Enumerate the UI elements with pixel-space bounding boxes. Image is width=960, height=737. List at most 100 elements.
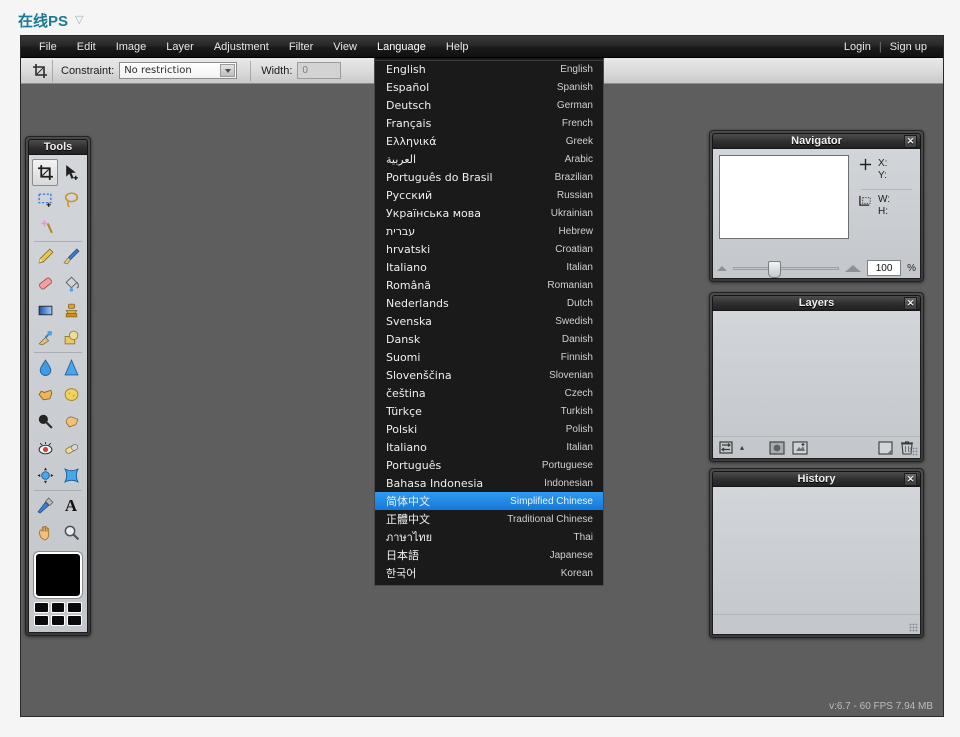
language-option-russian[interactable]: Русский Russian: [375, 186, 603, 204]
swatch-6[interactable]: [67, 615, 82, 626]
swatch-4[interactable]: [34, 615, 49, 626]
language-option-indonesian[interactable]: Bahasa Indonesia Indonesian: [375, 474, 603, 492]
language-option-brazilian[interactable]: Português do Brasil Brazilian: [375, 168, 603, 186]
tool-zoom[interactable]: [58, 519, 84, 546]
tool-bloat[interactable]: [58, 462, 84, 489]
tool-gradient[interactable]: [32, 297, 58, 324]
tool-hand-paint[interactable]: [58, 408, 84, 435]
menu-item-image[interactable]: Image: [106, 38, 157, 56]
tool-healing-brush[interactable]: [58, 435, 84, 462]
language-option-romanian[interactable]: Română Romanian: [375, 276, 603, 294]
menu-item-view[interactable]: View: [323, 38, 367, 56]
language-option-croatian[interactable]: hrvatski Croatian: [375, 240, 603, 258]
swatch-1[interactable]: [34, 602, 49, 613]
language-option-spanish[interactable]: Español Spanish: [375, 78, 603, 96]
zoom-slider[interactable]: [733, 260, 840, 278]
language-option-simplified-chinese[interactable]: 简体中文 Simplified Chinese: [375, 492, 603, 510]
menu-item-layer[interactable]: Layer: [156, 38, 204, 56]
tool-sponge[interactable]: [58, 381, 84, 408]
foreground-color-swatch[interactable]: [34, 552, 82, 598]
zoom-slider-thumb[interactable]: [768, 260, 782, 278]
language-english-name: Italian: [566, 441, 593, 453]
tool-red-eye[interactable]: [32, 435, 58, 462]
layer-mask-icon[interactable]: [769, 440, 785, 455]
language-option-czech[interactable]: čeština Czech: [375, 384, 603, 402]
menu-item-help[interactable]: Help: [436, 38, 479, 56]
tool-eyedropper[interactable]: [32, 492, 58, 519]
tool-brush[interactable]: [58, 243, 84, 270]
status-bar: v:6.7 - 60 FPS 7.94 MB: [829, 701, 933, 712]
link-layers-icon[interactable]: [719, 441, 733, 454]
tool-type[interactable]: A: [58, 492, 84, 519]
tool-pinch[interactable]: [32, 462, 58, 489]
tool-hand[interactable]: [32, 519, 58, 546]
tool-burn[interactable]: [32, 408, 58, 435]
tool-dodge[interactable]: [32, 381, 58, 408]
chevron-down-icon[interactable]: [220, 64, 236, 77]
language-option-greek[interactable]: Ελληνικά Greek: [375, 132, 603, 150]
tool-eraser[interactable]: [32, 270, 58, 297]
chevron-down-icon[interactable]: ▽: [75, 14, 83, 26]
signup-button[interactable]: Sign up: [884, 38, 933, 56]
tool-lasso[interactable]: [58, 186, 84, 213]
language-option-german[interactable]: Deutsch German: [375, 96, 603, 114]
language-option-italian[interactable]: Italiano Italian: [375, 258, 603, 276]
tool-stamp[interactable]: [58, 297, 84, 324]
layers-menu-arrow-icon[interactable]: ▴: [740, 443, 744, 452]
menu-item-file[interactable]: File: [29, 38, 67, 56]
language-option-turkish[interactable]: Türkçe Turkish: [375, 402, 603, 420]
tool-move[interactable]: [58, 159, 84, 186]
tool-smudge[interactable]: [32, 324, 58, 351]
menu-item-edit[interactable]: Edit: [67, 38, 106, 56]
menu-item-filter[interactable]: Filter: [279, 38, 323, 56]
tool-magic-wand[interactable]: [32, 213, 58, 240]
tool-shape[interactable]: [58, 324, 84, 351]
language-option-thai[interactable]: ภาษาไทย Thai: [375, 528, 603, 546]
language-option-traditional-chinese[interactable]: 正體中文 Traditional Chinese: [375, 510, 603, 528]
zoom-input[interactable]: 100: [867, 260, 902, 276]
tool-rectangular-marquee[interactable]: [32, 186, 58, 213]
layers-list[interactable]: [713, 311, 920, 437]
sponge-icon: [64, 388, 78, 401]
tool-pencil[interactable]: [32, 243, 58, 270]
swatch-3[interactable]: [67, 602, 82, 613]
login-button[interactable]: Login: [838, 38, 877, 56]
menu-item-adjustment[interactable]: Adjustment: [204, 38, 279, 56]
history-panel-body[interactable]: [712, 487, 921, 635]
close-icon[interactable]: ✕: [904, 473, 917, 486]
language-option-korean[interactable]: 한국어 Korean: [375, 564, 603, 582]
language-option-dutch[interactable]: Nederlands Dutch: [375, 294, 603, 312]
close-icon[interactable]: ✕: [904, 135, 917, 148]
app-logo[interactable]: 在线PS: [18, 10, 68, 31]
language-option-english[interactable]: English English: [375, 60, 603, 78]
language-option-french[interactable]: Français French: [375, 114, 603, 132]
history-resize-grip[interactable]: [909, 623, 918, 632]
tool-crop[interactable]: [32, 159, 58, 186]
language-option-slovenian[interactable]: Slovenščina Slovenian: [375, 366, 603, 384]
language-option-italian[interactable]: Italiano Italian: [375, 438, 603, 456]
close-icon[interactable]: ✕: [904, 297, 917, 310]
navigator-thumbnail[interactable]: [719, 155, 849, 239]
menu-item-language[interactable]: Language: [367, 38, 436, 56]
new-group-icon[interactable]: [792, 440, 808, 455]
language-option-finnish[interactable]: Suomi Finnish: [375, 348, 603, 366]
language-option-polish[interactable]: Polski Polish: [375, 420, 603, 438]
tool-paint-bucket[interactable]: [58, 270, 84, 297]
language-option-portuguese[interactable]: Português Portuguese: [375, 456, 603, 474]
language-option-hebrew[interactable]: עברית Hebrew: [375, 222, 603, 240]
swatch-5[interactable]: [50, 615, 66, 626]
tool-blur[interactable]: [32, 354, 58, 381]
language-option-arabic[interactable]: العربية Arabic: [375, 150, 603, 168]
language-option-swedish[interactable]: Svenska Swedish: [375, 312, 603, 330]
zoom-out-icon[interactable]: [717, 265, 727, 271]
width-input[interactable]: 0: [297, 62, 342, 79]
language-option-japanese[interactable]: 日本語 Japanese: [375, 546, 603, 564]
constraint-select[interactable]: No restriction: [119, 62, 238, 79]
language-option-danish[interactable]: Dansk Danish: [375, 330, 603, 348]
tool-sharpen[interactable]: [58, 354, 84, 381]
language-option-ukrainian[interactable]: Українська мова Ukrainian: [375, 204, 603, 222]
layers-resize-grip[interactable]: [909, 447, 918, 456]
swatch-2[interactable]: [50, 602, 66, 613]
new-layer-icon[interactable]: [878, 440, 893, 455]
zoom-in-icon[interactable]: [845, 264, 862, 272]
